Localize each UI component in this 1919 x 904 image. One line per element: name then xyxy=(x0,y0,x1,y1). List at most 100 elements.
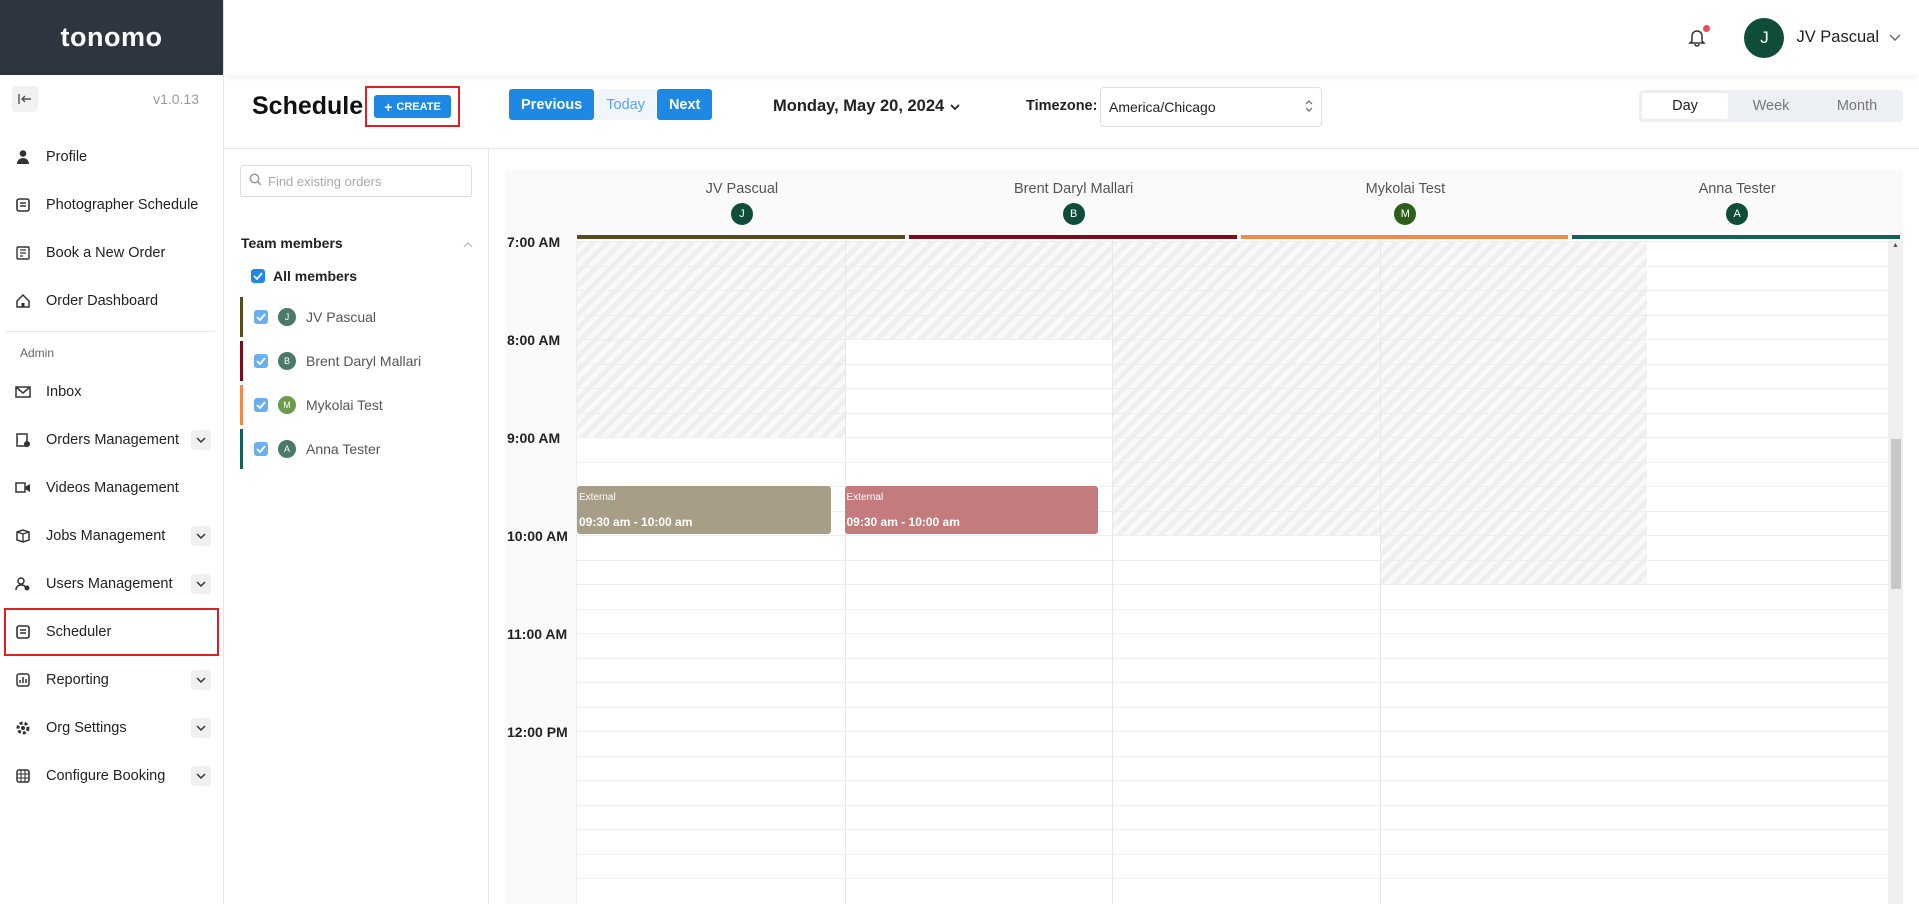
view-month-tab[interactable]: Month xyxy=(1814,93,1900,119)
sidebar-item-inbox[interactable]: Inbox xyxy=(0,368,223,416)
notification-bell-icon[interactable] xyxy=(1688,24,1711,49)
grid-slot-line xyxy=(577,780,1888,781)
sidebar-item-scheduler[interactable]: Scheduler xyxy=(4,608,219,656)
checkbox-icon[interactable] xyxy=(254,398,268,412)
scroll-thumb[interactable] xyxy=(1891,439,1901,589)
previous-button[interactable]: Previous xyxy=(509,89,595,120)
sidebar-item-label: Reporting xyxy=(46,672,109,688)
scroll-up-icon[interactable]: ▲ xyxy=(1892,242,1899,249)
grid-slot-line xyxy=(577,265,1888,267)
calendar-column-headers: JV Pascual J Brent Daryl Mallari B Mykolai T… xyxy=(576,169,1903,239)
column-avatar: J xyxy=(730,203,753,225)
team-member-item[interactable]: A Anna Tester xyxy=(240,429,472,469)
next-button[interactable]: Next xyxy=(656,89,713,120)
grid-slot-line xyxy=(577,829,1888,830)
sidebar-item-configure-booking[interactable]: Configure Booking xyxy=(0,752,223,800)
box-icon xyxy=(14,527,32,545)
create-button[interactable]: + CREATE xyxy=(374,95,451,118)
date-nav: Previous Today Next xyxy=(509,89,713,120)
view-day-tab[interactable]: Day xyxy=(1642,93,1728,119)
checkbox-icon[interactable] xyxy=(254,310,268,324)
sidebar-item-order-dashboard[interactable]: Order Dashboard xyxy=(0,277,223,325)
member-name: JV Pascual xyxy=(306,309,377,325)
version-label: v1.0.13 xyxy=(153,91,199,107)
team-members-header[interactable]: Team members xyxy=(241,235,473,251)
sidebar-item-users-management[interactable]: Users Management xyxy=(0,560,223,608)
report-icon xyxy=(14,671,32,689)
sidebar-item-profile[interactable]: Profile xyxy=(0,133,223,181)
date-picker[interactable]: Monday, May 20, 2024 xyxy=(773,97,960,116)
admin-section-label: Admin xyxy=(6,331,215,368)
member-avatar: B xyxy=(278,352,296,370)
chevron-down-icon[interactable] xyxy=(1889,29,1901,47)
grid-slot-line xyxy=(577,535,1888,536)
chevron-down-icon[interactable] xyxy=(191,718,211,738)
search-input[interactable]: Find existing orders xyxy=(240,165,472,197)
chevron-down-icon[interactable] xyxy=(191,766,211,786)
time-label: 9:00 AM xyxy=(507,430,561,446)
member-avatar: A xyxy=(278,440,296,458)
column-header: Anna Tester A xyxy=(1571,169,1903,239)
sidebar-item-book-order[interactable]: Book a New Order xyxy=(0,229,223,277)
time-label: 11:00 AM xyxy=(507,626,568,642)
user-avatar[interactable]: J xyxy=(1744,17,1785,58)
team-members-label: Team members xyxy=(241,235,343,251)
grid-slot-line xyxy=(577,878,1888,879)
person-icon xyxy=(14,148,32,166)
timezone-select[interactable]: America/Chicago xyxy=(1100,87,1322,127)
chevron-down-icon[interactable] xyxy=(191,430,211,450)
schedule-icon xyxy=(14,196,32,214)
grid-slot-line xyxy=(577,388,1888,389)
chevron-up-icon[interactable] xyxy=(463,235,473,251)
sidebar-item-reporting[interactable]: Reporting xyxy=(0,656,223,704)
view-week-tab[interactable]: Week xyxy=(1728,93,1814,119)
filter-panel: Find existing orders Team members All me… xyxy=(224,149,489,904)
sidebar-item-photographer-schedule[interactable]: Photographer Schedule xyxy=(0,181,223,229)
sidebar-item-org-settings[interactable]: Org Settings xyxy=(0,704,223,752)
checkbox-icon[interactable] xyxy=(254,442,268,456)
grid-slot-line xyxy=(577,608,1888,610)
calendar-scrollbar[interactable]: ▲ xyxy=(1888,239,1903,904)
logo[interactable]: tonomo xyxy=(0,0,223,75)
column-avatar: A xyxy=(1726,203,1749,225)
checkbox-icon[interactable] xyxy=(254,354,268,368)
sidebar-item-label: Orders Management xyxy=(46,432,179,448)
grid-slot-line xyxy=(577,706,1888,708)
collapse-sidebar-icon[interactable] xyxy=(12,86,38,112)
sidebar: tonomo v1.0.13 Profile Photographer Sche… xyxy=(0,0,224,904)
sidebar-item-label: Configure Booking xyxy=(46,768,166,784)
chevron-down-icon[interactable] xyxy=(191,526,211,546)
chevron-down-icon[interactable] xyxy=(191,670,211,690)
sidebar-item-videos-management[interactable]: Videos Management xyxy=(0,464,223,512)
sidebar-item-label: Scheduler xyxy=(46,624,112,640)
timezone-value: America/Chicago xyxy=(1109,99,1216,115)
sidebar-item-label: Inbox xyxy=(46,384,82,400)
grid-slot-line xyxy=(577,633,1888,634)
calendar-icon xyxy=(14,623,32,641)
top-bar: J JV Pascual xyxy=(224,0,1919,75)
grid-slot-line xyxy=(577,241,1888,242)
calendar-event[interactable]: External 09:30 am - 10:00 am xyxy=(844,486,1098,534)
sidebar-item-jobs-management[interactable]: Jobs Management xyxy=(0,512,223,560)
team-member-item[interactable]: B Brent Daryl Mallari xyxy=(240,341,472,381)
team-member-item[interactable]: M Mykolai Test xyxy=(240,385,472,425)
grid-column-line xyxy=(844,239,846,904)
column-name: JV Pascual xyxy=(705,181,779,197)
column-avatar: M xyxy=(1394,203,1417,225)
grid-slot-line xyxy=(577,412,1888,414)
chevron-down-icon[interactable] xyxy=(191,574,211,594)
grid-slot-line xyxy=(577,339,1888,340)
day-calendar: JV Pascual J Brent Daryl Mallari B Mykolai T… xyxy=(505,169,1903,904)
search-placeholder: Find existing orders xyxy=(268,173,382,189)
user-name[interactable]: JV Pascual xyxy=(1796,28,1879,47)
all-members-checkbox[interactable]: All members xyxy=(251,268,357,284)
home-icon xyxy=(14,292,32,310)
team-member-item[interactable]: J JV Pascual xyxy=(240,297,472,337)
today-button[interactable]: Today xyxy=(594,89,657,120)
column-avatar: B xyxy=(1062,203,1085,225)
sidebar-item-orders-management[interactable]: Orders Management xyxy=(0,416,223,464)
event-time: 09:30 am - 10:00 am xyxy=(846,515,960,529)
calendar-grid[interactable]: External 09:30 am - 10:00 am External 09:30… xyxy=(576,239,1888,904)
grid-slot-line xyxy=(577,731,1888,732)
calendar-event[interactable]: External 09:30 am - 10:00 am xyxy=(577,486,831,534)
